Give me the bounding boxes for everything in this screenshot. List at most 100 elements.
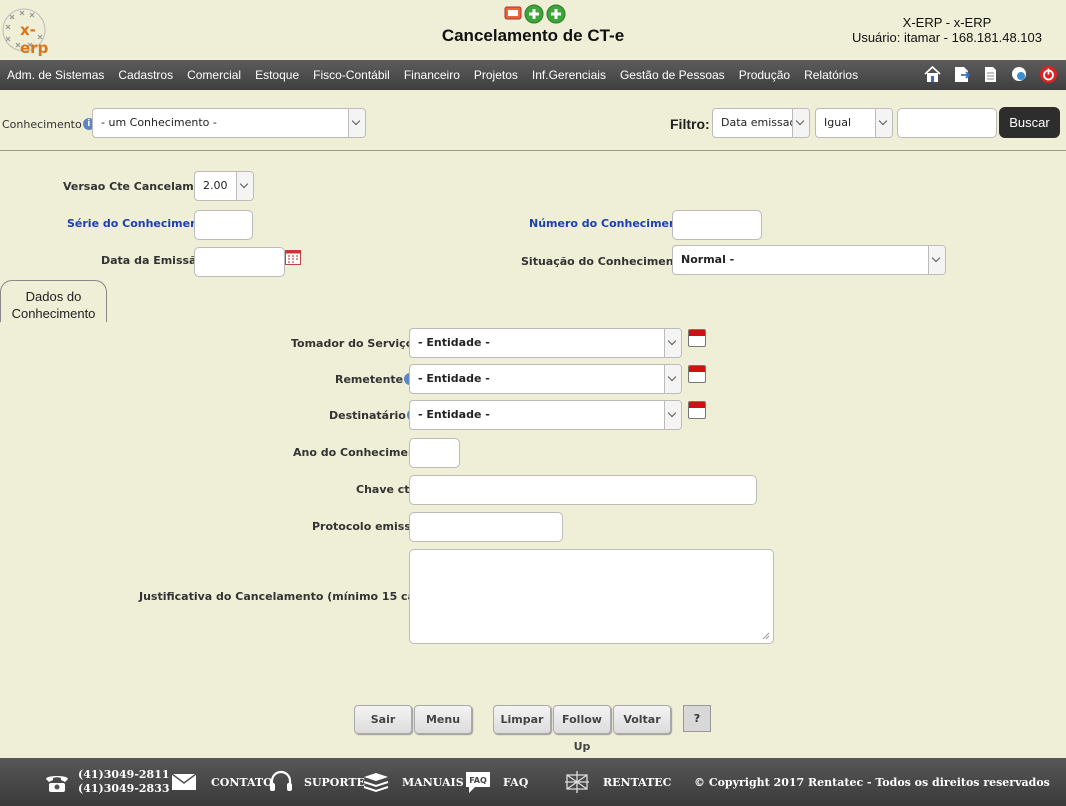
tab-label-line1: Dados do (25, 289, 82, 304)
top-icons (504, 4, 566, 24)
header: x-erp Cancelamento de CT-e X-ERP - x-ERP… (0, 0, 1066, 60)
menu-gestao-pessoas[interactable]: Gestão de Pessoas (613, 68, 732, 82)
document-icon[interactable] (981, 65, 1000, 84)
limpar-button[interactable]: Limpar (493, 705, 551, 734)
menu-inf-gerenciais[interactable]: Inf.Gerenciais (525, 68, 613, 82)
calendar-icon[interactable] (285, 250, 301, 265)
user-name: Usuário: itamar - 168.181.48.103 (851, 30, 1042, 45)
phone-icon (46, 776, 68, 792)
situacao-select[interactable]: Normal - (672, 245, 946, 275)
contato-link[interactable]: CONTATO (211, 776, 273, 789)
ano-input[interactable] (409, 438, 460, 468)
rentatec-logo-icon (565, 771, 589, 793)
justificativa-textarea[interactable] (409, 549, 774, 644)
footer-faq[interactable]: FAQ FAQ (463, 758, 528, 806)
menu-comercial[interactable]: Comercial (180, 68, 248, 82)
footer-rentatec[interactable]: RENTATEC (563, 758, 671, 806)
filter-operator-select[interactable]: Igual (815, 108, 893, 138)
chave-input[interactable] (409, 475, 757, 505)
protocolo-input[interactable] (409, 512, 563, 542)
remetente-label: Remetentei (335, 373, 417, 386)
power-icon[interactable] (1039, 65, 1058, 84)
tomador-label: Tomador do Serviçoi (291, 337, 427, 350)
follow-up-button[interactable]: Follow Up (553, 705, 611, 753)
menu-relatorios[interactable]: Relatórios (797, 68, 865, 82)
chevron-down-icon (664, 329, 681, 357)
footer-suporte[interactable]: SUPORTE (268, 758, 365, 806)
tab-label-line2: Conhecimento (11, 306, 96, 321)
sair-button[interactable]: Sair (354, 705, 412, 734)
help-button[interactable]: ? (683, 705, 711, 732)
faq-bubble-icon: FAQ (466, 772, 490, 793)
remetente-select[interactable]: - Entidade - (409, 364, 682, 394)
footer-copyright: © Copyright 2017 Rentatec - Todos os dir… (694, 775, 1050, 789)
tomador-select[interactable]: - Entidade - (409, 328, 682, 358)
conhecimento-label: Conhecimento i (2, 118, 95, 131)
versao-select[interactable]: 2.00 (194, 171, 254, 201)
company-name: X-ERP - x-ERP (902, 15, 992, 30)
destinatario-select-value: - Entidade - (418, 408, 490, 421)
faq-badge-text: FAQ (469, 776, 487, 785)
voltar-button[interactable]: Voltar (613, 705, 671, 734)
filter-operator-value: Igual (824, 116, 851, 129)
filter-field-value: Data emissao (721, 116, 797, 129)
chevron-down-icon (664, 401, 681, 429)
menu-adm-sistemas[interactable]: Adm. de Sistemas (0, 68, 111, 82)
filter-search-input[interactable] (897, 108, 997, 138)
rentatec-link[interactable]: RENTATEC (603, 776, 671, 789)
versao-select-value: 2.00 (203, 179, 228, 192)
home-icon[interactable] (923, 65, 942, 84)
tab-dados-conhecimento[interactable]: Dados do Conhecimento (0, 280, 107, 322)
conhecimento-select-value: - um Conhecimento - (101, 116, 217, 129)
footer: (41)3049-2811 (41)3049-2833 CONTATO SUPO… (0, 758, 1066, 806)
chevron-down-icon (664, 365, 681, 393)
chevron-down-icon (928, 246, 945, 274)
data-emissao-input[interactable] (194, 247, 285, 277)
user-info: X-ERP - x-ERP Usuário: itamar - 168.181.… (852, 15, 1042, 45)
menu-financeiro[interactable]: Financeiro (397, 68, 467, 82)
mail-icon (171, 773, 197, 790)
menu-producao[interactable]: Produção (732, 68, 797, 82)
add-icon[interactable] (524, 4, 544, 24)
destinatario-select[interactable]: - Entidade - (409, 400, 682, 430)
tomador-select-value: - Entidade - (418, 336, 490, 349)
menu-cadastros[interactable]: Cadastros (111, 68, 180, 82)
entity-card-icon[interactable] (688, 329, 706, 347)
destinatario-label: Destinatárioi (329, 409, 419, 422)
faq-link[interactable]: FAQ (503, 776, 528, 789)
footer-manuais[interactable]: MANUAIS (362, 758, 464, 806)
filtro-label: Filtro: (670, 116, 710, 132)
footer-phones: (41)3049-2811 (41)3049-2833 (44, 758, 170, 806)
help-search-icon[interactable] (1010, 65, 1029, 84)
headset-icon (270, 770, 292, 791)
chevron-down-icon (236, 172, 253, 200)
chevron-down-icon (875, 109, 892, 137)
menu-estoque[interactable]: Estoque (248, 68, 306, 82)
menu-projetos[interactable]: Projetos (467, 68, 525, 82)
chevron-down-icon (348, 109, 365, 137)
footer-contato[interactable]: CONTATO (171, 758, 273, 806)
suporte-link[interactable]: SUPORTE (304, 776, 365, 789)
remetente-select-value: - Entidade - (418, 372, 490, 385)
books-icon (363, 773, 389, 793)
chave-label: Chave cte (356, 483, 418, 496)
numero-input[interactable] (672, 210, 762, 240)
serie-input[interactable] (194, 210, 253, 240)
report-icon[interactable] (504, 4, 522, 22)
resize-handle-icon[interactable] (762, 632, 770, 640)
entity-card-icon[interactable] (688, 365, 706, 383)
filter-field-select[interactable]: Data emissao (712, 108, 810, 138)
conhecimento-select[interactable]: - um Conhecimento - (92, 108, 366, 138)
situacao-select-value: Normal - (681, 253, 735, 266)
export-icon[interactable] (952, 65, 971, 84)
chevron-down-icon (792, 109, 809, 137)
phone-2: (41)3049-2833 (78, 782, 170, 795)
buscar-button[interactable]: Buscar (999, 107, 1060, 138)
phone-1: (41)3049-2811 (78, 768, 170, 781)
add-new-icon[interactable] (546, 4, 566, 24)
manuais-link[interactable]: MANUAIS (402, 776, 464, 789)
menu-fisco-contabil[interactable]: Fisco-Contábil (306, 68, 397, 82)
entity-card-icon[interactable] (688, 401, 706, 419)
menu-button[interactable]: Menu (414, 705, 472, 734)
main-menu: Adm. de Sistemas Cadastros Comercial Est… (0, 60, 1066, 90)
